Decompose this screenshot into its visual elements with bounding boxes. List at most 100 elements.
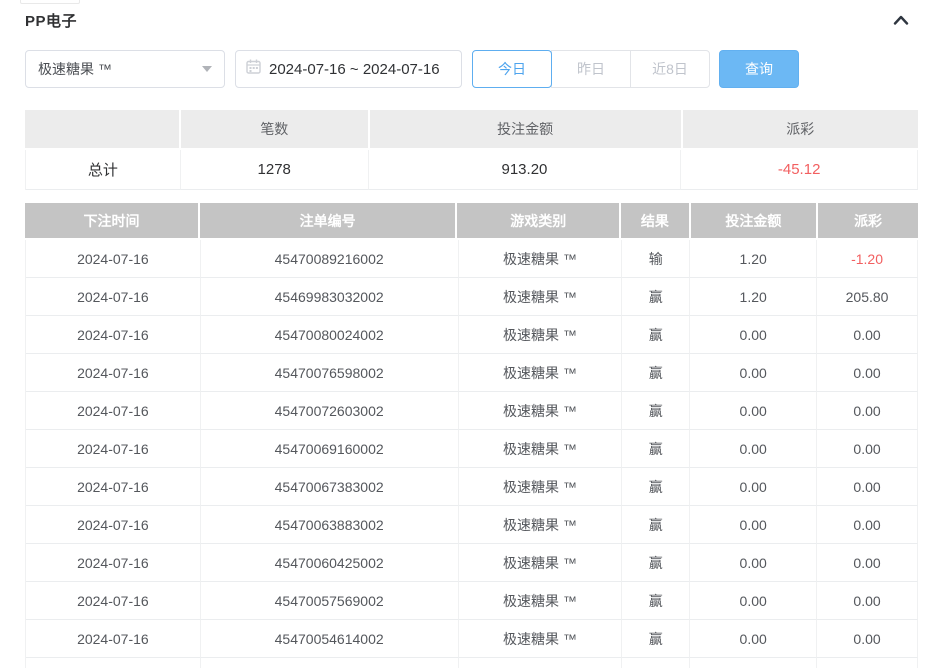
cell-bet-time: 2024-07-16: [26, 582, 201, 620]
table-row: 2024-07-1645470057569002极速糖果 ™赢0.000.00: [25, 582, 918, 620]
records-header-row: 下注时间注单编号游戏类别结果投注金额派彩: [25, 203, 918, 238]
chevron-up-icon: [893, 13, 909, 28]
date-range-value: 2024-07-16 ~ 2024-07-16: [269, 61, 440, 78]
cell-bet-id: 45470069160002: [201, 430, 459, 468]
records-table: 下注时间注单编号游戏类别结果投注金额派彩 2024-07-16454700892…: [25, 203, 918, 668]
today-button[interactable]: 今日: [472, 50, 552, 88]
cell-bet-id: 45469983032002: [201, 278, 459, 316]
cell-bet-amount: 0.00: [690, 430, 817, 468]
collapse-panel-button[interactable]: [889, 8, 913, 32]
cell-payout: 0.00: [817, 468, 918, 506]
cell-bet-amount: 0.00: [690, 316, 817, 354]
date-range-picker[interactable]: 2024-07-16 ~ 2024-07-16: [235, 50, 462, 88]
cell-game-category: 极速糖果 ™: [459, 430, 623, 468]
cell-payout: 205.80: [817, 278, 918, 316]
summary-payout-value: -45.12: [681, 150, 918, 190]
cell-bet-id: 45470057569002: [201, 582, 459, 620]
pp-dianzi-panel: PP电子 极速糖果 ™ 2024-07-16 ~ 2024-07-16 今日 昨…: [0, 0, 925, 668]
cell-payout: 0.00: [817, 430, 918, 468]
table-row: 2024-07-1645470069160002极速糖果 ™赢0.000.00: [25, 430, 918, 468]
cell-bet-time: 2024-07-16: [26, 620, 201, 658]
summary-bet-amount-value: 913.20: [369, 150, 682, 190]
table-row: 2024-07-1645470063883002极速糖果 ™赢0.000.00: [25, 506, 918, 544]
cell-empty: [690, 658, 817, 668]
cell-result: 赢: [622, 392, 690, 430]
records-header-game-category: 游戏类别: [457, 203, 619, 238]
cell-bet-id: 45470080024002: [201, 316, 459, 354]
cell-bet-id: 45470089216002: [201, 240, 459, 278]
cell-result: 赢: [622, 620, 690, 658]
cell-game-category: 极速糖果 ™: [459, 278, 623, 316]
last-8-days-button[interactable]: 近8日: [630, 50, 710, 88]
cell-game-category: 极速糖果 ™: [459, 582, 623, 620]
cell-payout: 0.00: [817, 392, 918, 430]
table-row: 2024-07-1645470076598002极速糖果 ™赢0.000.00: [25, 354, 918, 392]
cell-bet-time: 2024-07-16: [26, 506, 201, 544]
cell-empty: [26, 658, 201, 668]
cell-result: 赢: [622, 506, 690, 544]
records-header-payout: 派彩: [818, 203, 918, 238]
cell-empty: [817, 658, 918, 668]
cell-bet-id: 45470076598002: [201, 354, 459, 392]
cell-empty: [201, 658, 459, 668]
cell-game-category: 极速糖果 ™: [459, 240, 623, 278]
table-row-partial: [25, 658, 918, 668]
search-button[interactable]: 查询: [719, 50, 799, 88]
cell-result: 输: [622, 240, 690, 278]
records-header-result: 结果: [621, 203, 688, 238]
cell-bet-id: 45470060425002: [201, 544, 459, 582]
cell-result: 赢: [622, 430, 690, 468]
cell-bet-id: 45470063883002: [201, 506, 459, 544]
cell-game-category: 极速糖果 ™: [459, 468, 623, 506]
cell-game-category: 极速糖果 ™: [459, 354, 623, 392]
cell-bet-amount: 0.00: [690, 544, 817, 582]
cell-empty: [622, 658, 690, 668]
records-header-bet-time: 下注时间: [25, 203, 198, 238]
cell-bet-time: 2024-07-16: [26, 430, 201, 468]
cutoff-element-remnant: [20, 0, 80, 4]
table-row: 2024-07-1645470054614002极速糖果 ™赢0.000.00: [25, 620, 918, 658]
cell-bet-id: 45470054614002: [201, 620, 459, 658]
cell-payout: 0.00: [817, 620, 918, 658]
cell-bet-amount: 0.00: [690, 354, 817, 392]
cell-bet-amount: 0.00: [690, 582, 817, 620]
cell-bet-amount: 0.00: [690, 468, 817, 506]
summary-total-label: 总计: [26, 150, 181, 190]
table-row: 2024-07-1645470060425002极速糖果 ™赢0.000.00: [25, 544, 918, 582]
cell-result: 赢: [622, 582, 690, 620]
cell-bet-time: 2024-07-16: [26, 354, 201, 392]
cell-game-category: 极速糖果 ™: [459, 316, 623, 354]
cell-payout: 0.00: [817, 316, 918, 354]
cell-bet-id: 45470067383002: [201, 468, 459, 506]
game-select[interactable]: 极速糖果 ™: [25, 50, 225, 88]
cell-result: 赢: [622, 354, 690, 392]
cell-result: 赢: [622, 278, 690, 316]
cell-bet-id: 45470072603002: [201, 392, 459, 430]
records-header-bet-id: 注单编号: [200, 203, 455, 238]
cell-result: 赢: [622, 544, 690, 582]
cell-result: 赢: [622, 468, 690, 506]
cell-bet-time: 2024-07-16: [26, 392, 201, 430]
cell-bet-amount: 0.00: [690, 392, 817, 430]
summary-header-empty: [25, 110, 179, 148]
cell-bet-time: 2024-07-16: [26, 278, 201, 316]
cell-game-category: 极速糖果 ™: [459, 620, 623, 658]
summary-table: 笔数 投注金额 派彩 总计 1278 913.20 -45.12: [25, 110, 918, 190]
cell-payout: 0.00: [817, 506, 918, 544]
cell-payout: -1.20: [817, 240, 918, 278]
cell-bet-amount: 1.20: [690, 278, 817, 316]
cell-payout: 0.00: [817, 544, 918, 582]
records-body: 2024-07-1645470089216002极速糖果 ™输1.20-1.20…: [25, 240, 918, 668]
summary-count-value: 1278: [181, 150, 369, 190]
page-title: PP电子: [25, 10, 77, 31]
summary-header-bet-amount: 投注金额: [370, 110, 681, 148]
quick-range-button-group: 今日 昨日 近8日: [472, 50, 710, 88]
game-select-value: 极速糖果 ™: [38, 59, 202, 79]
table-row: 2024-07-1645470067383002极速糖果 ™赢0.000.00: [25, 468, 918, 506]
summary-total-row: 总计 1278 913.20 -45.12: [25, 150, 918, 190]
cell-game-category: 极速糖果 ™: [459, 506, 623, 544]
cell-bet-time: 2024-07-16: [26, 240, 201, 278]
cell-game-category: 极速糖果 ™: [459, 392, 623, 430]
yesterday-button[interactable]: 昨日: [551, 50, 631, 88]
cell-bet-time: 2024-07-16: [26, 468, 201, 506]
